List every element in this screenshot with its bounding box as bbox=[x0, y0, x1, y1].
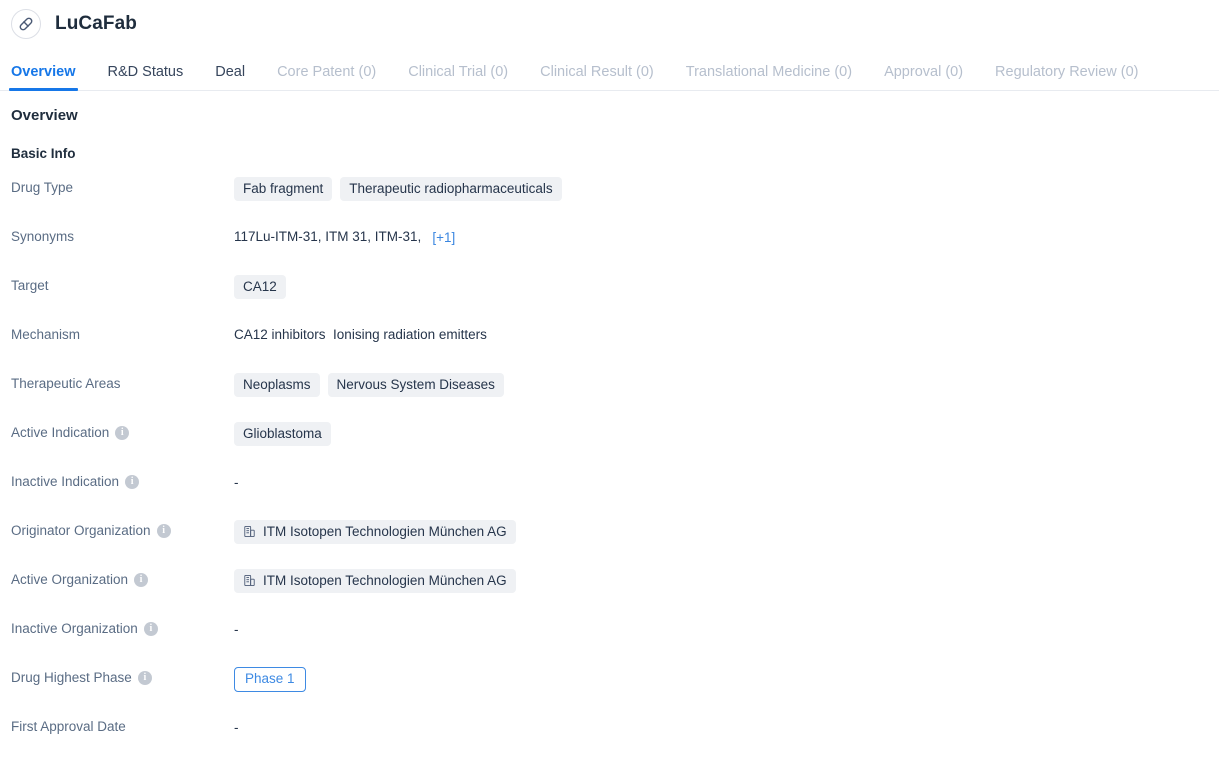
value-target: CA12 bbox=[234, 275, 1219, 299]
row-therapeutic-areas: Therapeutic Areas Neoplasms Nervous Syst… bbox=[0, 373, 1219, 422]
info-icon[interactable]: i bbox=[134, 573, 149, 587]
label-therapeutic-areas: Therapeutic Areas bbox=[11, 373, 234, 393]
tab-rd-status[interactable]: R&D Status bbox=[108, 64, 184, 91]
label-target: Target bbox=[11, 275, 234, 295]
row-first-approval-date: First Approval Date - bbox=[0, 716, 1219, 765]
tag-target[interactable]: CA12 bbox=[234, 275, 286, 299]
tab-clinical-result[interactable]: Clinical Result (0) bbox=[540, 64, 654, 91]
label-mechanism: Mechanism bbox=[11, 324, 234, 344]
tag-organization[interactable]: ITM Isotopen Technologien München AG bbox=[234, 520, 516, 544]
label-text: Inactive Organization bbox=[11, 621, 138, 636]
tag-therapeutic-area[interactable]: Neoplasms bbox=[234, 373, 320, 397]
row-inactive-indication: Inactive Indication i - bbox=[0, 471, 1219, 520]
label-text: Mechanism bbox=[11, 327, 81, 342]
info-icon[interactable]: i bbox=[115, 426, 130, 440]
label-text: Synonyms bbox=[11, 229, 75, 244]
label-text: Originator Organization bbox=[11, 523, 151, 538]
info-icon[interactable]: i bbox=[137, 671, 152, 685]
value-therapeutic-areas: Neoplasms Nervous System Diseases bbox=[234, 373, 1219, 397]
value-synonyms: 117Lu-ITM-31, ITM 31, ITM-31, [+1] bbox=[234, 226, 1219, 248]
row-mechanism: Mechanism CA12 inhibitors Ionising radia… bbox=[0, 324, 1219, 373]
value-originator-organization: ITM Isotopen Technologien München AG bbox=[234, 520, 1219, 544]
tab-core-patent[interactable]: Core Patent (0) bbox=[277, 64, 376, 91]
row-drug-highest-phase: Drug Highest Phase i Phase 1 bbox=[0, 667, 1219, 716]
building-icon bbox=[243, 525, 256, 538]
info-icon[interactable]: i bbox=[156, 524, 171, 538]
synonyms-more-link[interactable]: [+1] bbox=[432, 230, 455, 245]
label-inactive-indication: Inactive Indication i bbox=[11, 471, 234, 491]
value-inactive-organization: - bbox=[234, 618, 1219, 640]
row-originator-organization: Originator Organization i ITM Isotopen T… bbox=[0, 520, 1219, 569]
empty-value: - bbox=[234, 474, 239, 490]
tab-translational-medicine[interactable]: Translational Medicine (0) bbox=[686, 64, 852, 91]
label-text: Drug Type bbox=[11, 180, 74, 195]
value-active-indication: Glioblastoma bbox=[234, 422, 1219, 446]
row-active-organization: Active Organization i ITM Isotopen Techn… bbox=[0, 569, 1219, 618]
tab-clinical-trial[interactable]: Clinical Trial (0) bbox=[408, 64, 508, 91]
organization-name: ITM Isotopen Technologien München AG bbox=[263, 573, 507, 588]
organization-name: ITM Isotopen Technologien München AG bbox=[263, 524, 507, 539]
page-title: LuCaFab bbox=[55, 12, 137, 34]
mechanism-text: CA12 inhibitors Ionising radiation emitt… bbox=[234, 327, 487, 342]
value-drug-highest-phase: Phase 1 bbox=[234, 667, 1219, 692]
capsule-icon bbox=[11, 8, 41, 39]
label-text: Active Organization bbox=[11, 572, 129, 587]
label-active-indication: Active Indication i bbox=[11, 422, 234, 442]
label-text: Target bbox=[11, 278, 49, 293]
value-inactive-indication: - bbox=[234, 471, 1219, 493]
status-badge[interactable]: Phase 1 bbox=[234, 667, 306, 692]
overview-panel: Overview Basic Info Drug Type Fab fragme… bbox=[0, 91, 1219, 765]
value-mechanism: CA12 inhibitors Ionising radiation emitt… bbox=[234, 324, 1219, 346]
label-text: Inactive Indication bbox=[11, 474, 120, 489]
building-icon bbox=[243, 574, 256, 587]
tag-indication[interactable]: Glioblastoma bbox=[234, 422, 331, 446]
label-text: Therapeutic Areas bbox=[11, 376, 121, 391]
tab-deal[interactable]: Deal bbox=[215, 64, 245, 91]
label-inactive-organization: Inactive Organization i bbox=[11, 618, 234, 638]
info-icon[interactable]: i bbox=[125, 475, 140, 489]
page-header: LuCaFab bbox=[0, 0, 1219, 47]
label-text: First Approval Date bbox=[11, 719, 126, 734]
overview-heading: Overview bbox=[11, 107, 78, 124]
info-icon[interactable]: i bbox=[143, 622, 158, 636]
label-text: Drug Highest Phase bbox=[11, 670, 132, 685]
row-active-indication: Active Indication i Glioblastoma bbox=[0, 422, 1219, 471]
row-synonyms: Synonyms 117Lu-ITM-31, ITM 31, ITM-31, [… bbox=[0, 226, 1219, 275]
label-active-organization: Active Organization i bbox=[11, 569, 234, 589]
value-active-organization: ITM Isotopen Technologien München AG bbox=[234, 569, 1219, 593]
tab-approval[interactable]: Approval (0) bbox=[884, 64, 963, 91]
row-inactive-organization: Inactive Organization i - bbox=[0, 618, 1219, 667]
tag-organization[interactable]: ITM Isotopen Technologien München AG bbox=[234, 569, 516, 593]
basic-info-heading: Basic Info bbox=[11, 146, 76, 161]
tab-bar: Overview R&D Status Deal Core Patent (0)… bbox=[0, 47, 1219, 91]
label-drug-highest-phase: Drug Highest Phase i bbox=[11, 667, 234, 687]
row-target: Target CA12 bbox=[0, 275, 1219, 324]
tag-drug-type[interactable]: Therapeutic radiopharmaceuticals bbox=[340, 177, 562, 201]
row-drug-type: Drug Type Fab fragment Therapeutic radio… bbox=[0, 177, 1219, 226]
label-originator-organization: Originator Organization i bbox=[11, 520, 234, 540]
label-first-approval-date: First Approval Date bbox=[11, 716, 234, 736]
empty-value: - bbox=[234, 719, 239, 735]
synonyms-text: 117Lu-ITM-31, ITM 31, ITM-31, bbox=[234, 229, 422, 244]
tab-regulatory-review[interactable]: Regulatory Review (0) bbox=[995, 64, 1138, 91]
label-synonyms: Synonyms bbox=[11, 226, 234, 246]
label-text: Active Indication bbox=[11, 425, 110, 440]
label-drug-type: Drug Type bbox=[11, 177, 234, 197]
tag-drug-type[interactable]: Fab fragment bbox=[234, 177, 333, 201]
value-drug-type: Fab fragment Therapeutic radiopharmaceut… bbox=[234, 177, 1219, 201]
tab-overview[interactable]: Overview bbox=[9, 64, 77, 91]
tag-therapeutic-area[interactable]: Nervous System Diseases bbox=[327, 373, 504, 397]
value-first-approval-date: - bbox=[234, 716, 1219, 738]
empty-value: - bbox=[234, 621, 239, 637]
